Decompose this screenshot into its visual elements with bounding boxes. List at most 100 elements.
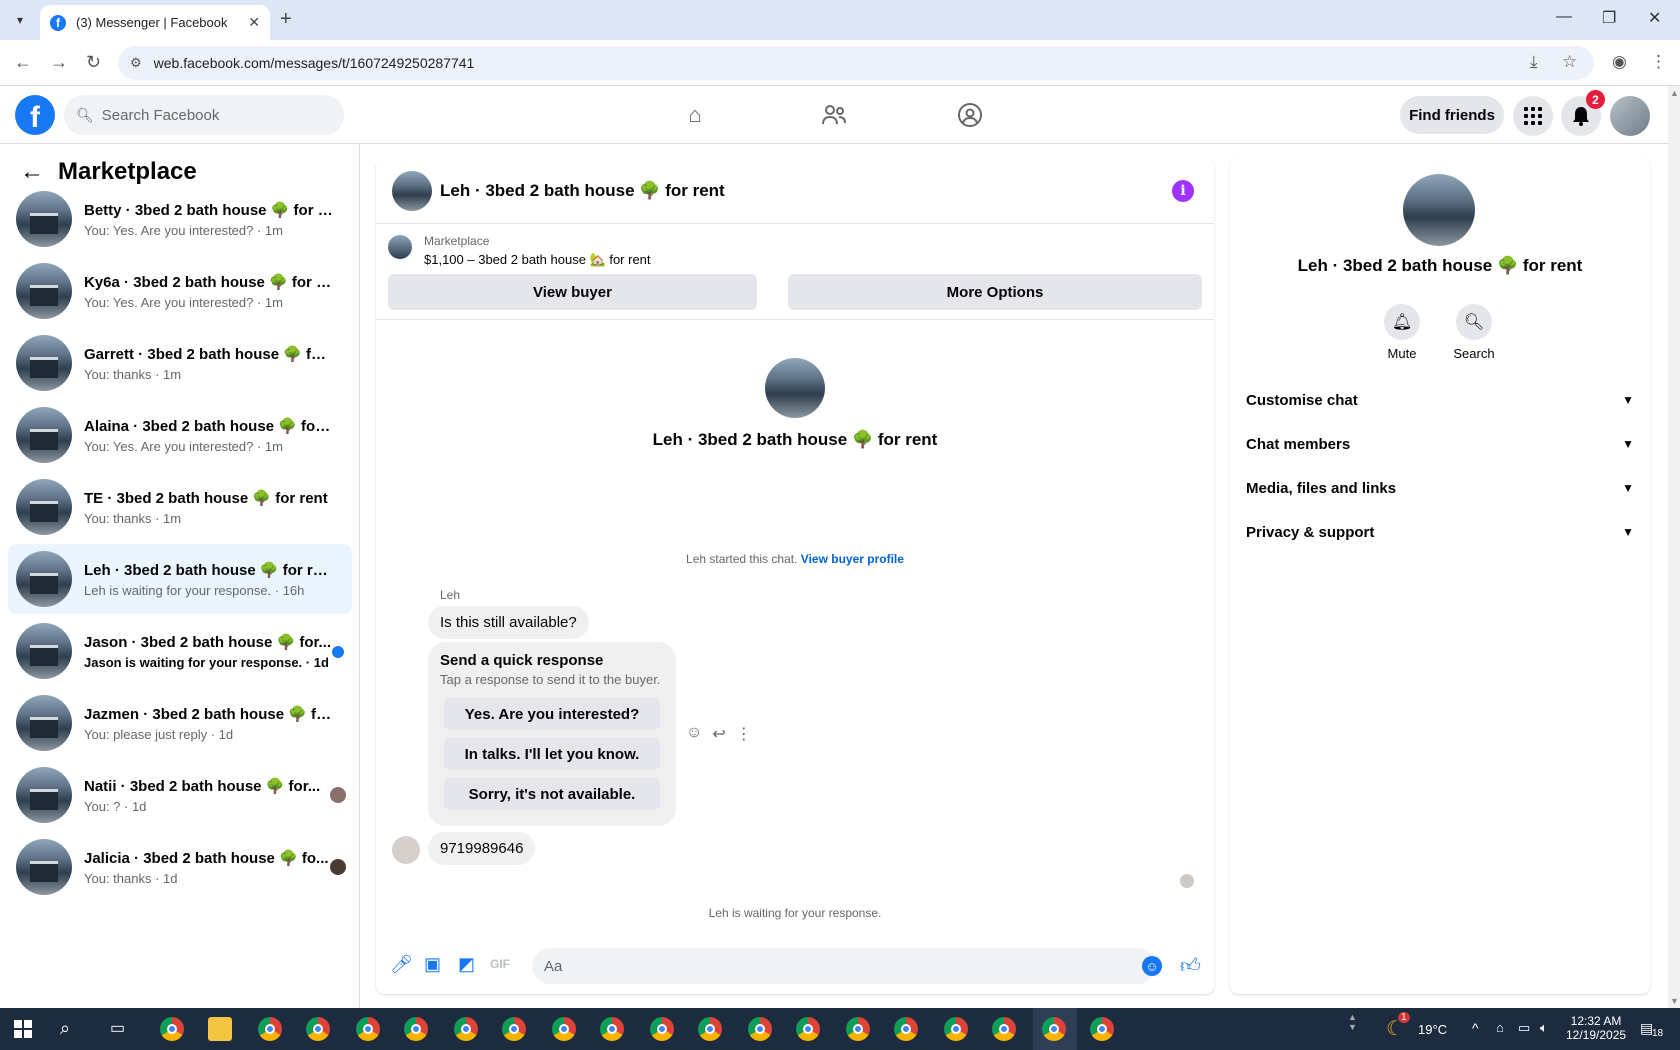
customise-chat-section[interactable]: Customise chat ▼ xyxy=(1246,380,1634,420)
media-files-links-section[interactable]: Media, files and links ▼ xyxy=(1246,468,1634,508)
mute-button[interactable]: 🔔︎ Mute xyxy=(1372,304,1432,361)
chrome-icon[interactable] xyxy=(894,1017,918,1041)
chat-members-section[interactable]: Chat members ▼ xyxy=(1246,424,1634,464)
chat-title[interactable]: Leh · 3bed 2 bath house 🌳 for rent xyxy=(440,181,725,201)
chrome-icon[interactable] xyxy=(454,1017,478,1041)
find-friends-button[interactable]: Find friends xyxy=(1400,96,1504,134)
chat-avatar[interactable] xyxy=(392,171,432,211)
conversation-item-garrett[interactable]: Garrett · 3bed 2 bath house 🌳 for... You:… xyxy=(8,328,352,398)
chrome-icon[interactable] xyxy=(1090,1017,1114,1041)
more-dots-icon[interactable]: ⋮ xyxy=(736,724,752,744)
chrome-icon[interactable] xyxy=(306,1017,330,1041)
tray-chevron-icon[interactable]: ^ xyxy=(1472,1020,1479,1036)
chrome-icon[interactable] xyxy=(992,1017,1016,1041)
file-explorer-icon[interactable] xyxy=(208,1017,232,1041)
quick-response-yes-button[interactable]: Yes. Are you interested? xyxy=(444,698,660,730)
browser-tab[interactable]: f (3) Messenger | Facebook ✕ xyxy=(40,5,270,40)
chrome-icon[interactable] xyxy=(1042,1017,1066,1041)
emoji-icon[interactable]: ☺ xyxy=(1142,956,1162,976)
back-arrow-icon[interactable]: ← xyxy=(20,158,44,186)
conversation-name: Alaina · 3bed 2 bath house 🌳 for ... xyxy=(84,417,334,435)
chrome-icon[interactable] xyxy=(356,1017,380,1041)
chrome-icon[interactable] xyxy=(846,1017,870,1041)
chrome-icon[interactable] xyxy=(748,1017,772,1041)
details-avatar[interactable] xyxy=(1403,174,1475,246)
conversation-item-jalicia[interactable]: Jalicia · 3bed 2 bath house 🌳 fo... You: … xyxy=(8,832,352,902)
task-view-icon[interactable]: ▭ xyxy=(110,1018,125,1038)
reload-icon[interactable]: ↻ xyxy=(86,52,101,73)
restore-icon[interactable]: ❐ xyxy=(1602,8,1616,28)
clock[interactable]: 12:32 AM 12/19/2025 xyxy=(1566,1014,1626,1042)
scroll-down-icon[interactable]: ▼ xyxy=(1670,996,1679,1006)
chrome-icon[interactable] xyxy=(552,1017,576,1041)
search-conversation-button[interactable]: 🔍︎ Search xyxy=(1444,304,1504,361)
search-input[interactable]: 🔍︎ Search Facebook xyxy=(64,95,344,135)
message-input[interactable]: Aa xyxy=(532,948,1156,984)
listing-title[interactable]: $1,100 – 3bed 2 bath house 🏡 for rent xyxy=(424,252,651,268)
sticker-icon[interactable]: ◩ xyxy=(458,954,475,975)
taskbar-scroll-icon[interactable]: ▲ ▼ xyxy=(1348,1012,1357,1032)
home-icon[interactable]: ⌂ xyxy=(679,99,711,131)
chrome-icon[interactable] xyxy=(160,1017,184,1041)
chrome-icon[interactable] xyxy=(650,1017,674,1041)
listing-thumbnail[interactable] xyxy=(388,235,412,259)
chrome-icon[interactable] xyxy=(404,1017,428,1041)
conversation-item-ky6a[interactable]: Ky6a · 3bed 2 bath house 🌳 for re... You:… xyxy=(8,256,352,326)
sender-avatar[interactable] xyxy=(392,836,420,864)
tab-close-icon[interactable]: ✕ xyxy=(248,14,260,31)
photo-icon[interactable]: ▣ xyxy=(424,954,441,975)
microphone-icon[interactable]: 🎤︎ xyxy=(390,954,413,975)
conversation-item-betty[interactable]: Betty · 3bed 2 bath house 🌳 for r... You:… xyxy=(8,184,352,254)
install-app-icon[interactable]: ⤓ xyxy=(1530,52,1538,72)
window-close-icon[interactable]: ✕ xyxy=(1648,8,1661,28)
info-icon[interactable]: i xyxy=(1172,180,1194,202)
profile-icon[interactable]: ◉ xyxy=(1612,52,1627,72)
friends-icon[interactable] xyxy=(818,99,850,131)
groups-icon[interactable] xyxy=(954,99,986,131)
chrome-icon[interactable] xyxy=(258,1017,282,1041)
forward-icon[interactable]: → xyxy=(50,52,68,73)
back-icon[interactable]: ← xyxy=(14,52,32,73)
conversation-item-te[interactable]: TE · 3bed 2 bath house 🌳 for rent You: th… xyxy=(8,472,352,542)
bookmark-star-icon[interactable]: ☆ xyxy=(1562,52,1577,72)
conversation-item-leh[interactable]: Leh · 3bed 2 bath house 🌳 for rent Leh is… xyxy=(8,544,352,614)
quick-response-talks-button[interactable]: In talks. I'll let you know. xyxy=(444,738,660,770)
page-scrollbar[interactable]: ▲ ▼ xyxy=(1668,86,1680,1008)
device-icon[interactable]: ⌂ xyxy=(1496,1020,1504,1035)
search-icon[interactable]: ⌕ xyxy=(60,1018,70,1039)
new-tab-icon[interactable]: + xyxy=(280,8,292,31)
reply-icon[interactable]: ↩ xyxy=(712,724,725,744)
view-buyer-button[interactable]: View buyer xyxy=(388,274,757,310)
privacy-support-section[interactable]: Privacy & support ▼ xyxy=(1246,512,1634,552)
view-buyer-profile-link[interactable]: View buyer profile xyxy=(801,552,904,566)
react-emoji-icon[interactable]: ☺ xyxy=(686,724,702,744)
volume-icon[interactable]: 🔈︎ xyxy=(1540,1020,1548,1036)
temperature[interactable]: 19°C xyxy=(1418,1022,1447,1037)
quick-response-unavailable-button[interactable]: Sorry, it's not available. xyxy=(444,778,660,810)
site-info-icon[interactable]: ⚙ xyxy=(130,55,142,71)
chrome-icon[interactable] xyxy=(502,1017,526,1041)
gif-icon[interactable]: GIF xyxy=(490,957,510,971)
conversation-item-jason[interactable]: Jason · 3bed 2 bath house 🌳 for... Jason … xyxy=(8,616,352,686)
minimize-icon[interactable]: — xyxy=(1556,8,1572,26)
scroll-up-icon[interactable]: ▲ xyxy=(1670,88,1679,98)
windows-start-icon[interactable] xyxy=(14,1020,32,1038)
chrome-icon[interactable] xyxy=(796,1017,820,1041)
facebook-logo-icon[interactable]: f xyxy=(15,95,55,135)
tab-search-chevron-icon[interactable]: ▾ xyxy=(8,8,32,32)
message-bubble[interactable]: 9719989646 xyxy=(428,832,536,865)
chrome-icon[interactable] xyxy=(944,1017,968,1041)
like-thumb-icon[interactable]: 👍︎ xyxy=(1180,954,1201,978)
chrome-icon[interactable] xyxy=(698,1017,722,1041)
more-options-button[interactable]: More Options xyxy=(788,274,1202,310)
conversation-item-natii[interactable]: Natii · 3bed 2 bath house 🌳 for... You: ?… xyxy=(8,760,352,830)
account-avatar[interactable] xyxy=(1610,96,1650,136)
chrome-icon[interactable] xyxy=(600,1017,624,1041)
message-bubble[interactable]: Is this still available? xyxy=(428,606,589,639)
conversation-item-jazmen[interactable]: Jazmen · 3bed 2 bath house 🌳 for... You: … xyxy=(8,688,352,758)
menu-dots-icon[interactable]: ⋮ xyxy=(1650,52,1667,72)
menu-grid-icon[interactable] xyxy=(1513,96,1553,136)
url-input[interactable]: ⚙ web.facebook.com/messages/t/1607249250… xyxy=(118,46,1594,80)
network-icon[interactable]: ▭ xyxy=(1518,1020,1530,1036)
conversation-item-alaina[interactable]: Alaina · 3bed 2 bath house 🌳 for ... You:… xyxy=(8,400,352,470)
